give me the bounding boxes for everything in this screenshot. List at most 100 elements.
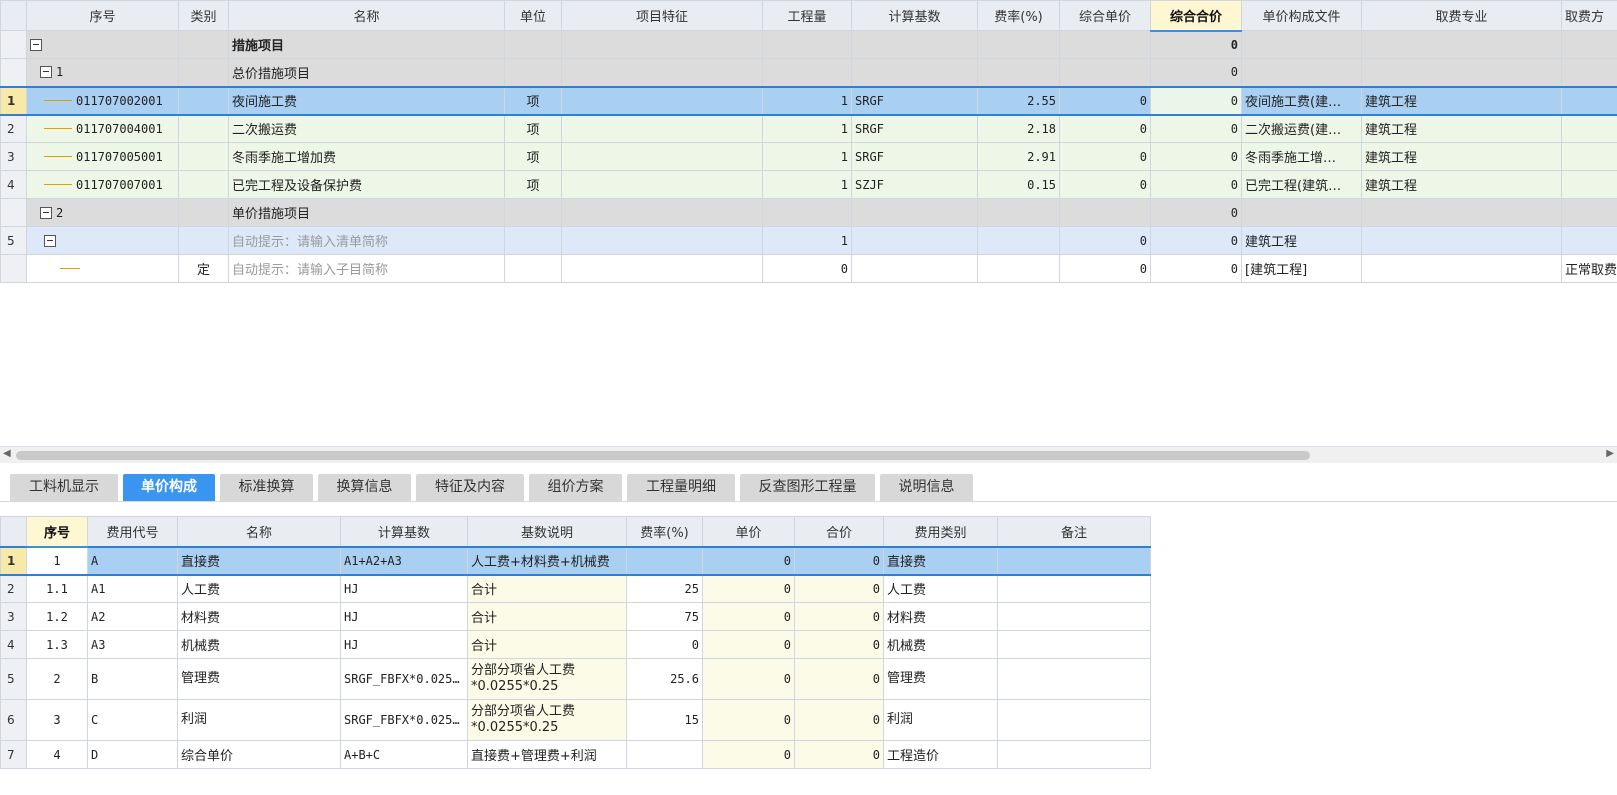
feature-cell[interactable] bbox=[561, 114, 763, 143]
row-number[interactable]: 3 bbox=[0, 142, 27, 171]
note-cell[interactable] bbox=[997, 545, 1151, 576]
base-cell[interactable]: HJ bbox=[340, 602, 468, 631]
base-cell[interactable]: SRGF bbox=[851, 142, 978, 171]
quantity-cell[interactable] bbox=[762, 198, 852, 227]
base-desc-cell[interactable]: 合计 bbox=[467, 602, 627, 631]
seq-cell[interactable]: 4 bbox=[26, 740, 88, 769]
total-cell[interactable]: 0 bbox=[794, 602, 884, 631]
fee-major-cell[interactable]: 建筑工程 bbox=[1361, 114, 1562, 143]
rate-cell[interactable] bbox=[626, 545, 703, 576]
fee-category-cell[interactable]: 管理费 bbox=[883, 658, 998, 700]
fee-method-cell[interactable] bbox=[1561, 114, 1617, 143]
fee-code-cell[interactable]: D bbox=[87, 740, 178, 769]
price-cell[interactable]: 0 bbox=[702, 574, 795, 603]
name-cell[interactable]: 单价措施项目 bbox=[228, 198, 505, 227]
base-desc-cell[interactable]: 分部分项省人工费*0.0255*0.25 bbox=[467, 699, 627, 741]
composition-row[interactable]: 63C利润SRGF_FBFX*0.0255*0.25分部分项省人工费*0.025… bbox=[0, 699, 1151, 741]
total-price-cell[interactable]: 0 bbox=[1150, 85, 1242, 116]
col-header-base[interactable]: 计算基数 bbox=[851, 0, 978, 31]
fee-category-cell[interactable]: 人工费 bbox=[883, 574, 998, 603]
price-file-cell[interactable] bbox=[1241, 58, 1362, 87]
name-cell[interactable]: 利润 bbox=[177, 699, 341, 741]
total-price-cell[interactable]: 0 bbox=[1150, 58, 1242, 87]
composition-row[interactable]: 3 1.2 A2 材料费 HJ 合计 75 0 0 材料费 bbox=[0, 602, 1151, 631]
unit-cell[interactable]: 项 bbox=[504, 85, 562, 116]
total-cell[interactable]: 0 bbox=[794, 545, 884, 576]
seq-cell[interactable]: 1 bbox=[26, 58, 179, 87]
name-cell[interactable]: 总价措施项目 bbox=[228, 58, 505, 87]
col-header-seq[interactable]: 序号 bbox=[26, 516, 88, 548]
fee-category-cell[interactable]: 利润 bbox=[883, 699, 998, 741]
tab-labor-material-machine[interactable]: 工料机显示 bbox=[10, 474, 118, 501]
base-cell[interactable]: SRGF bbox=[851, 85, 978, 116]
total-cell[interactable]: 0 bbox=[794, 740, 884, 769]
fee-category-cell[interactable]: 材料费 bbox=[883, 602, 998, 631]
unit-price-cell[interactable]: 0 bbox=[1059, 226, 1151, 255]
measure-row[interactable]: 5 自动提示：请输入清单简称 1 0 0 建筑工程 bbox=[0, 226, 1617, 255]
fee-major-cell[interactable] bbox=[1361, 58, 1562, 87]
unit-price-cell[interactable]: 0 bbox=[1059, 254, 1151, 283]
measure-row[interactable]: 4 011707007001 已完工程及设备保护费项 1 SZJF 0.15 0 0 已完工程(… bbox=[0, 170, 1617, 199]
type-cell[interactable] bbox=[178, 170, 229, 199]
composition-row[interactable]: 1 1 A 直接费 A1+A2+A3 人工费+材料费+机械费 0 0 直接费 bbox=[0, 545, 1151, 576]
tab-unit-price-composition[interactable]: 单价构成 bbox=[123, 474, 215, 501]
quantity-cell[interactable]: 1 bbox=[762, 142, 852, 171]
unit-cell[interactable] bbox=[504, 226, 562, 255]
fee-code-cell[interactable]: B bbox=[87, 658, 178, 700]
rate-cell[interactable] bbox=[977, 226, 1060, 255]
name-cell[interactable]: 机械费 bbox=[177, 630, 341, 659]
rate-cell[interactable]: 0.15 bbox=[977, 170, 1060, 199]
unit-price-cell[interactable]: 0 bbox=[1059, 142, 1151, 171]
note-cell[interactable] bbox=[997, 658, 1151, 700]
note-cell[interactable] bbox=[997, 574, 1151, 603]
rate-cell[interactable] bbox=[626, 740, 703, 769]
name-cell[interactable]: 二次搬运费 bbox=[228, 114, 505, 143]
col-header-fee-category[interactable]: 费用类别 bbox=[883, 516, 998, 547]
col-header-type[interactable]: 类别 bbox=[178, 0, 229, 31]
seq-cell[interactable]: 011707004001 bbox=[26, 114, 179, 143]
fee-code-cell[interactable]: A2 bbox=[87, 602, 178, 631]
col-header-base[interactable]: 计算基数 bbox=[340, 516, 468, 547]
unit-cell[interactable]: 项 bbox=[504, 114, 562, 143]
base-desc-cell[interactable]: 人工费+材料费+机械费 bbox=[467, 545, 627, 576]
price-file-cell[interactable]: 已完工程(建筑… bbox=[1241, 170, 1362, 199]
type-cell[interactable] bbox=[178, 58, 229, 87]
quantity-cell[interactable] bbox=[762, 58, 852, 87]
rate-cell[interactable]: 2.18 bbox=[977, 114, 1060, 143]
unit-cell[interactable]: 项 bbox=[504, 170, 562, 199]
base-cell[interactable] bbox=[851, 58, 978, 87]
name-cell[interactable]: 自动提示：请输入子目简称 bbox=[228, 254, 505, 283]
quantity-cell[interactable]: 0 bbox=[762, 254, 852, 283]
base-cell[interactable]: HJ bbox=[340, 574, 468, 603]
scroll-right-icon[interactable]: ▶ bbox=[1606, 448, 1614, 459]
composition-row[interactable]: 2 1.1 A1 人工费 HJ 合计 25 0 0 人工费 bbox=[0, 574, 1151, 603]
col-header-total-price[interactable]: 综合合价 bbox=[1150, 0, 1242, 32]
fee-major-cell[interactable]: 建筑工程 bbox=[1361, 85, 1562, 116]
price-file-cell[interactable] bbox=[1241, 198, 1362, 227]
composition-row[interactable]: 4 1.3 A3 机械费 HJ 合计 0 0 0 机械费 bbox=[0, 630, 1151, 659]
fee-method-cell[interactable] bbox=[1561, 58, 1617, 87]
base-cell[interactable] bbox=[851, 254, 978, 283]
fee-method-cell[interactable] bbox=[1561, 142, 1617, 171]
seq-cell[interactable]: 011707002001 bbox=[26, 85, 179, 116]
fee-category-cell[interactable]: 机械费 bbox=[883, 630, 998, 659]
rate-cell[interactable] bbox=[977, 198, 1060, 227]
quantity-cell[interactable]: 1 bbox=[762, 170, 852, 199]
price-file-cell[interactable]: 夜间施工费(建… bbox=[1241, 85, 1362, 116]
price-cell[interactable]: 0 bbox=[702, 740, 795, 769]
unit-price-cell[interactable]: 0 bbox=[1059, 114, 1151, 143]
note-cell[interactable] bbox=[997, 740, 1151, 769]
total-cell[interactable]: 0 bbox=[794, 630, 884, 659]
col-header-price[interactable]: 单价 bbox=[702, 516, 795, 547]
collapse-icon[interactable] bbox=[40, 206, 52, 219]
tab-description-info[interactable]: 说明信息 bbox=[880, 474, 973, 501]
type-cell[interactable] bbox=[178, 30, 229, 59]
measure-row[interactable]: 措施项目 0 bbox=[0, 30, 1617, 59]
base-desc-cell[interactable]: 直接费+管理费+利润 bbox=[467, 740, 627, 769]
price-file-cell[interactable]: 建筑工程 bbox=[1241, 226, 1362, 255]
price-cell[interactable]: 0 bbox=[702, 545, 795, 576]
composition-row[interactable]: 7 4 D 综合单价 A+B+C 直接费+管理费+利润 0 0 工程造价 bbox=[0, 740, 1151, 769]
base-cell[interactable]: SZJF bbox=[851, 170, 978, 199]
seq-cell[interactable]: 2 bbox=[26, 658, 88, 700]
fee-method-cell[interactable] bbox=[1561, 198, 1617, 227]
